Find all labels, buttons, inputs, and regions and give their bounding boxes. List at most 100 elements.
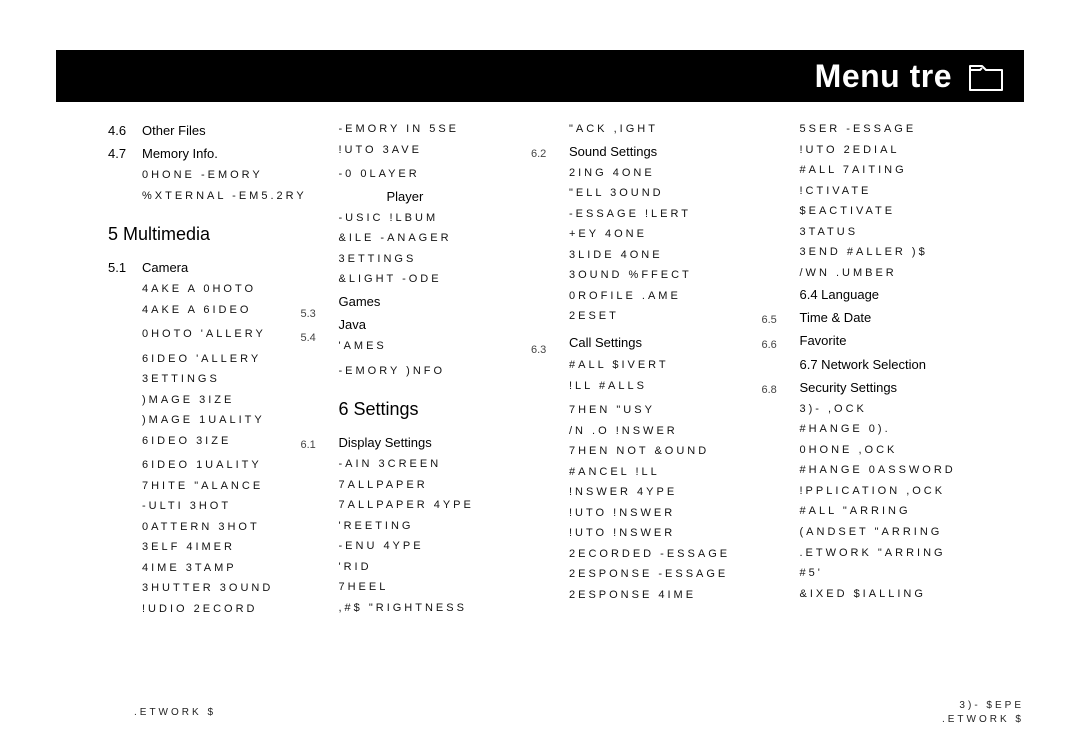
sub-item: #ALL "ARRING [800, 504, 1025, 519]
sub-item-numbered: 6IDEO 3IZE6.1 [108, 434, 333, 453]
sub-item: !UTO 2EDIAL [800, 143, 1025, 158]
sub-item: -ESSAGE !LERT [569, 207, 794, 222]
section-title: 5 Multimedia [108, 223, 333, 247]
sub-item: #ANCEL !LL [569, 465, 794, 480]
sub-item-numbered: 'AMES6.3 [339, 339, 564, 358]
sub-item-numbered: 4AKE A 6IDEO5.3 [108, 303, 333, 322]
sub-item: 5SER -ESSAGE [800, 122, 1025, 137]
sub-item: 7HEEL [339, 580, 564, 595]
sub-item: 3HUTTER 3OUND [108, 581, 333, 596]
list-item: 6.7 Network Selection [800, 356, 1025, 373]
sub-item: 6IDEO 1UALITY [108, 458, 333, 473]
content-area: 4.6Other Files 4.7Memory Info. 0HONE -EM… [108, 116, 1024, 672]
column-3: "ACK ,IGHT Sound Settings 2ING 4ONE "ELL… [569, 116, 794, 672]
sub-item: 7ALLPAPER [339, 478, 564, 493]
sub-item: .ETWORK "ARRING [800, 546, 1025, 561]
list-item: Player [339, 188, 564, 205]
sub-item: -EMORY IN 5SE [339, 122, 564, 137]
sub-item: "ELL 3OUND [569, 186, 794, 201]
sub-item: 3OUND %FFECT [569, 268, 794, 283]
sub-item: 4AKE A 0HOTO [108, 282, 333, 297]
sub-item: 7HEN NOT &OUND [569, 444, 794, 459]
sub-item: -0 0LAYER [339, 167, 564, 182]
sub-item: 6IDEO 'ALLERY [108, 352, 333, 367]
section-title: 6 Settings [339, 398, 564, 422]
list-item: 6.4 Language [800, 286, 1025, 303]
sub-item: !CTIVATE [800, 184, 1025, 199]
sub-item: 2ECORDED -ESSAGE [569, 547, 794, 562]
list-item: Display Settings [339, 434, 564, 451]
sub-item-numbered: 0HOTO 'ALLERY5.4 [108, 327, 333, 346]
sub-item: )MAGE 1UALITY [108, 413, 333, 428]
sub-item-numbered: 2ESET6.5 [569, 309, 794, 328]
sub-item-numbered: !UTO 3AVE6.2 [339, 143, 564, 162]
column-1: 4.6Other Files 4.7Memory Info. 0HONE -EM… [108, 116, 333, 672]
sub-item: 3ETTINGS [339, 252, 564, 267]
list-item: Security Settings [800, 379, 1025, 396]
sub-item: 0HONE ,OCK [800, 443, 1025, 458]
sub-item: #ALL 7AITING [800, 163, 1025, 178]
sub-item: !PPLICATION ,OCK [800, 484, 1025, 499]
sub-item: 0ATTERN 3HOT [108, 520, 333, 535]
sub-item: 0HONE -EMORY [108, 168, 333, 183]
sub-item: $EACTIVATE [800, 204, 1025, 219]
sub-item: !UTO !NSWER [569, 526, 794, 541]
sub-item: #HANGE 0). [800, 422, 1025, 437]
page-header: Menu tre [56, 50, 1024, 102]
list-item: Java [339, 316, 564, 333]
sub-item: #HANGE 0ASSWORD [800, 463, 1025, 478]
sub-item: 7HITE "ALANCE [108, 479, 333, 494]
sub-item: ,#$ "RIGHTNESS [339, 601, 564, 616]
list-item: 5.1Camera [108, 259, 333, 276]
sub-item: 3TATUS [800, 225, 1025, 240]
sub-item: -ULTI 3HOT [108, 499, 333, 514]
list-item: 4.7Memory Info. [108, 145, 333, 162]
sub-item: -ENU 4YPE [339, 539, 564, 554]
footer-right: 3)- $EPE .ETWORK $ [942, 699, 1024, 726]
sub-item: 'REETING [339, 519, 564, 534]
sub-item: 2ESPONSE 4IME [569, 588, 794, 603]
sub-item: !NSWER 4YPE [569, 485, 794, 500]
sub-item: 3LIDE 4ONE [569, 248, 794, 263]
sub-item: 7HEN "USY [569, 403, 794, 418]
sub-item: 3)- ,OCK [800, 402, 1025, 417]
sub-item: 2ESPONSE -ESSAGE [569, 567, 794, 582]
sub-item: -EMORY )NFO [339, 364, 564, 379]
column-2: -EMORY IN 5SE !UTO 3AVE6.2 -0 0LAYER Pla… [339, 116, 564, 672]
column-4: 5SER -ESSAGE !UTO 2EDIAL #ALL 7AITING !C… [800, 116, 1025, 672]
sub-item: &LIGHT -ODE [339, 272, 564, 287]
list-item: Time & Date [800, 309, 1025, 326]
sub-item: 3ETTINGS [108, 372, 333, 387]
sub-item: /WN .UMBER [800, 266, 1025, 281]
footer-left: .ETWORK $ [134, 707, 216, 718]
sub-item: 3ELF 4IMER [108, 540, 333, 555]
sub-item: 0ROFILE .AME [569, 289, 794, 304]
sub-item: (ANDSET "ARRING [800, 525, 1025, 540]
list-item: Sound Settings [569, 143, 794, 160]
sub-item: 'RID [339, 560, 564, 575]
sub-item: 7ALLPAPER 4YPE [339, 498, 564, 513]
list-item: Call Settings6.6 [569, 334, 794, 353]
sub-item: 3END #ALLER )$ [800, 245, 1025, 260]
sub-item: -AIN 3CREEN [339, 457, 564, 472]
folder-icon [966, 56, 1006, 96]
sub-item: 2ING 4ONE [569, 166, 794, 181]
list-item: Games [339, 293, 564, 310]
sub-item: !UDIO 2ECORD [108, 602, 333, 617]
sub-item: #5' [800, 566, 1025, 581]
sub-item: )MAGE 3IZE [108, 393, 333, 408]
sub-item: #ALL $IVERT [569, 358, 794, 373]
sub-item: -USIC !LBUM [339, 211, 564, 226]
sub-item-numbered: !LL #ALLS6.8 [569, 379, 794, 398]
page-title: Menu tre [815, 58, 952, 95]
sub-item: "ACK ,IGHT [569, 122, 794, 137]
sub-item: !UTO !NSWER [569, 506, 794, 521]
sub-item: +EY 4ONE [569, 227, 794, 242]
sub-item: &ILE -ANAGER [339, 231, 564, 246]
sub-item: %XTERNAL -EM5.2RY [108, 189, 333, 204]
list-item: 4.6Other Files [108, 122, 333, 139]
sub-item: 4IME 3TAMP [108, 561, 333, 576]
sub-item: &IXED $IALLING [800, 587, 1025, 602]
sub-item: /N .O !NSWER [569, 424, 794, 439]
list-item: Favorite [800, 332, 1025, 349]
